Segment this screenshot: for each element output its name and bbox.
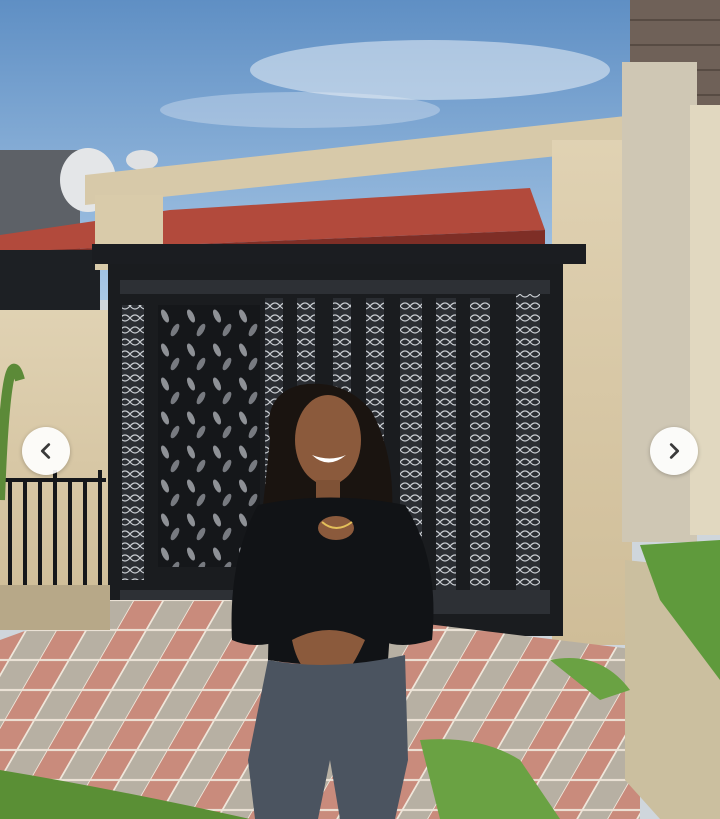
photo — [0, 0, 720, 819]
chevron-right-icon — [669, 443, 680, 459]
previous-image-button[interactable] — [22, 427, 70, 475]
next-image-button[interactable] — [650, 427, 698, 475]
chevron-left-icon — [40, 443, 51, 459]
image-viewer — [0, 0, 720, 819]
